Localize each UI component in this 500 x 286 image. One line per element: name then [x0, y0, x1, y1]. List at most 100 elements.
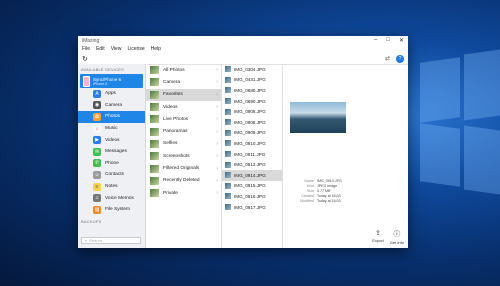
sidebar-item-videos[interactable]: ▶ Videos	[78, 134, 145, 146]
file-item[interactable]: IMG_0914.JPG	[222, 169, 282, 181]
device-model: iPhone 6	[93, 81, 108, 86]
contacts-icon: ☺	[93, 170, 101, 179]
menu-file[interactable]: File	[82, 46, 90, 52]
window-title: iMazing	[82, 37, 100, 44]
sidebar-item-notes[interactable]: ≡ Notes	[78, 181, 145, 193]
file-thumbnail	[225, 87, 231, 94]
backups-section-header: BACKUPS	[81, 218, 102, 224]
file-item[interactable]: IMG_0909.JPG	[222, 128, 282, 139]
apps-icon: A	[93, 89, 101, 98]
sidebar-item-messages[interactable]: ✉ Messages	[78, 146, 145, 158]
chevron-right-icon: ›	[216, 128, 218, 135]
file-item[interactable]: IMG_0304.JPG	[222, 64, 282, 75]
app-window: iMazing – □ ✕ File Edit View License Hel…	[78, 36, 408, 248]
album-item[interactable]: Filtered Originals ›	[146, 162, 221, 174]
phone-icon: ✆	[93, 159, 101, 168]
album-thumbnail	[150, 164, 159, 173]
chevron-right-icon: ›	[216, 104, 218, 111]
notes-icon: ≡	[93, 182, 101, 191]
file-item[interactable]: IMG_0917.JPG	[222, 202, 282, 213]
desktop-light-beam	[464, 125, 500, 195]
album-item[interactable]: Screenshots ›	[146, 150, 221, 162]
album-item[interactable]: Videos ›	[146, 101, 221, 113]
sidebar-item-contacts[interactable]: ☺ Contacts	[78, 169, 145, 181]
albums-list: All Photos › Camera › Favorites › Videos › L…	[146, 64, 222, 248]
chevron-right-icon: ›	[216, 190, 218, 197]
music-icon: ♪	[93, 124, 101, 133]
file-item[interactable]: IMG_0910.JPG	[222, 138, 282, 149]
export-icon: ⇪	[375, 230, 381, 237]
help-icon[interactable]: ?	[396, 54, 404, 63]
file-thumbnail	[225, 66, 231, 73]
file-item[interactable]: IMG_0431.JPG	[222, 75, 282, 86]
desktop-light-beam	[420, 57, 460, 123]
desktop-light-beam	[464, 49, 500, 121]
menu-license[interactable]: License	[127, 46, 144, 52]
maximize-icon[interactable]: □	[386, 37, 390, 44]
chevron-right-icon: ›	[216, 79, 218, 86]
sidebar-item-photos[interactable]: ✿ Photos	[78, 111, 145, 123]
file-item[interactable]: IMG_0913.JPG	[222, 159, 282, 170]
album-item[interactable]: Private ›	[146, 187, 221, 199]
chevron-right-icon: ›	[216, 165, 218, 172]
search-icon: ⌕	[85, 238, 88, 243]
file-thumbnail	[225, 161, 231, 168]
album-item[interactable]: Live Photos ›	[146, 113, 221, 125]
desktop-light-beam	[420, 123, 460, 187]
menu-view[interactable]: View	[111, 46, 122, 52]
get-info-button[interactable]: ⓘ Get Info	[390, 229, 404, 245]
sidebar-item-phone[interactable]: ✆ Phone	[78, 158, 145, 170]
minimize-icon[interactable]: –	[374, 37, 377, 44]
chevron-right-icon: ›	[216, 91, 218, 98]
album-thumbnail	[150, 115, 159, 124]
album-thumbnail	[150, 66, 159, 75]
album-item[interactable]: Recently Deleted ›	[146, 175, 221, 187]
chevron-right-icon: ›	[216, 116, 218, 123]
voice-memos-icon: ♫	[93, 194, 101, 203]
videos-icon: ▶	[93, 136, 101, 145]
file-thumbnail	[225, 193, 231, 200]
file-thumbnail	[225, 140, 231, 147]
file-item[interactable]: IMG_0690.JPG	[222, 96, 282, 107]
album-thumbnail	[150, 189, 159, 198]
transfer-icon[interactable]: ⇄	[385, 55, 390, 62]
file-item[interactable]: IMG_0915.JPG	[222, 181, 282, 192]
menu-help[interactable]: Help	[151, 46, 161, 52]
sidebar-item-voice-memos[interactable]: ♫ Voice Memos	[78, 192, 145, 204]
album-item[interactable]: Panoramas ›	[146, 125, 221, 137]
album-thumbnail	[150, 176, 159, 185]
search-input[interactable]: ⌕ Search	[81, 237, 141, 244]
title-bar: iMazing – □ ✕	[78, 36, 408, 45]
file-item[interactable]: IMG_0908.JPG	[222, 117, 282, 128]
close-icon[interactable]: ✕	[399, 37, 404, 44]
menu-edit[interactable]: Edit	[96, 46, 105, 52]
album-item[interactable]: Selfies ›	[146, 138, 221, 150]
file-thumbnail	[225, 129, 231, 136]
sidebar-item-apps[interactable]: A Apps	[78, 88, 145, 100]
export-button[interactable]: ⇪ Export	[372, 229, 384, 245]
file-thumbnail	[225, 108, 231, 115]
file-item[interactable]: IMG_0916.JPG	[222, 191, 282, 202]
file-thumbnail	[225, 76, 231, 83]
file-item[interactable]: IMG_0680.JPG	[222, 85, 282, 96]
album-thumbnail	[150, 152, 159, 161]
file-item[interactable]: IMG_0906.JPG	[222, 106, 282, 117]
sidebar-item-file-system[interactable]: ▤ File System	[78, 204, 145, 216]
file-thumbnail	[225, 204, 231, 211]
chevron-right-icon: ›	[216, 153, 218, 160]
sidebar-item-music[interactable]: ♪ Music	[78, 123, 145, 135]
file-system-icon: ▤	[93, 205, 101, 214]
menu-bar: File Edit View License Help	[78, 45, 408, 53]
devices-section-header: AVAILABLE DEVICES	[81, 67, 125, 72]
chevron-right-icon: ›	[216, 177, 218, 184]
album-item[interactable]: All Photos ›	[146, 64, 221, 76]
album-item[interactable]: Favorites ›	[146, 88, 221, 101]
album-item[interactable]: Camera ›	[146, 76, 221, 88]
file-thumbnail	[225, 98, 231, 105]
file-thumbnail	[225, 182, 231, 189]
refresh-icon[interactable]: ↻	[82, 55, 88, 63]
sidebar-item-camera[interactable]: ◉ Camera	[78, 100, 145, 112]
action-bar: ⇪ Export ⓘ Get Info	[372, 229, 404, 245]
device-item[interactable]: Sync/Phone 6 iPhone 6	[80, 74, 143, 88]
file-item[interactable]: IMG_0911.JPG	[222, 149, 282, 160]
